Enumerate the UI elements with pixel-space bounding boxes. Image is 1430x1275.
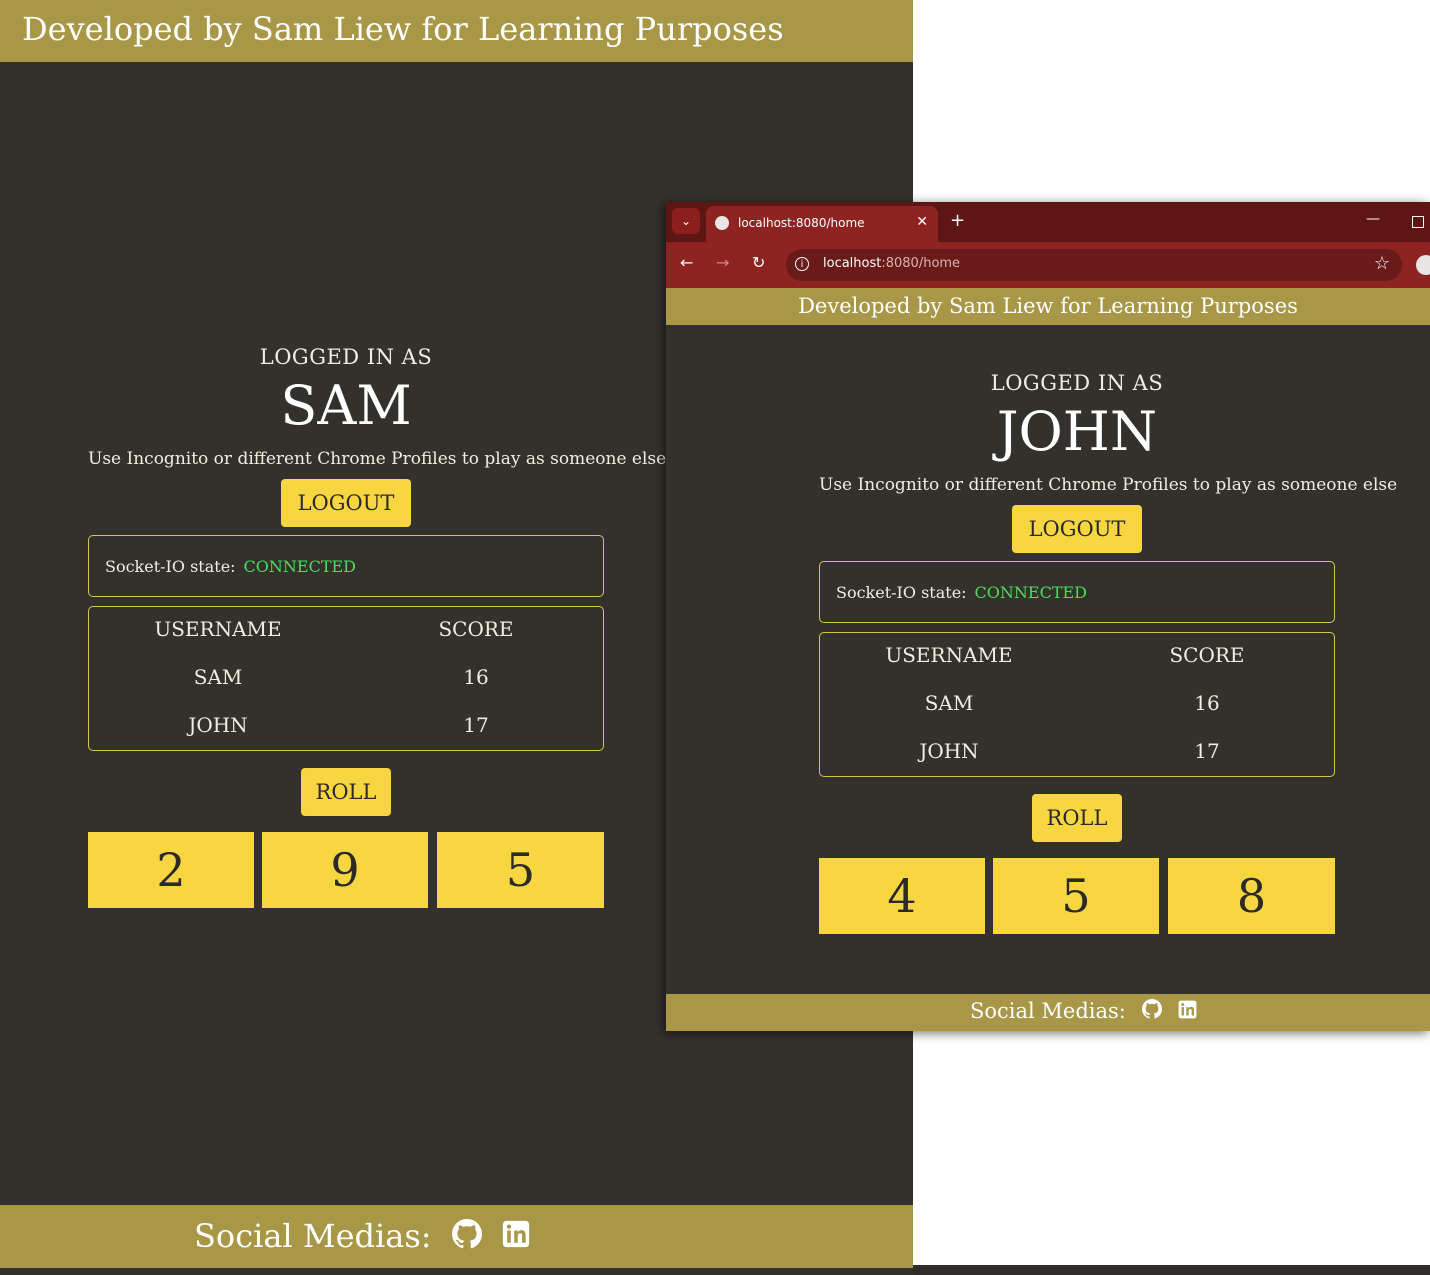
username-display: JOHN bbox=[996, 400, 1158, 463]
tab-bar: ⌄ localhost:8080/home ✕ + — bbox=[666, 202, 1430, 242]
back-arrow-icon[interactable]: ← bbox=[680, 253, 693, 272]
minimize-icon[interactable]: — bbox=[1366, 211, 1380, 227]
github-icon[interactable] bbox=[1141, 999, 1162, 1023]
dice-row: 4 5 8 bbox=[819, 858, 1335, 934]
row-username: JOHN bbox=[919, 739, 979, 763]
row-score: 16 bbox=[1194, 691, 1220, 715]
maximize-icon[interactable] bbox=[1412, 216, 1424, 228]
url-host: localhost bbox=[823, 256, 882, 271]
url-path: :8080/home bbox=[881, 256, 961, 271]
socket-state-value: CONNECTED bbox=[974, 582, 1088, 602]
header-title: Developed by Sam Liew for Learning Purpo… bbox=[798, 294, 1298, 318]
address-bar[interactable]: i localhost:8080/home ☆ bbox=[786, 249, 1402, 281]
scoreboard: USERNAME SCORE SAM 16 JOHN 17 bbox=[88, 606, 604, 751]
roll-button[interactable]: ROLL bbox=[1032, 794, 1122, 842]
tab-search-button[interactable]: ⌄ bbox=[672, 208, 700, 234]
header-username: USERNAME bbox=[154, 617, 282, 641]
new-tab-button[interactable]: + bbox=[950, 210, 965, 231]
logged-in-label: LOGGED IN AS bbox=[259, 345, 433, 369]
github-icon[interactable] bbox=[451, 1219, 482, 1253]
logout-button[interactable]: LOGOUT bbox=[281, 479, 411, 527]
header-score: SCORE bbox=[1169, 643, 1245, 667]
window-bottom-edge bbox=[0, 1268, 913, 1275]
profile-hint: Use Incognito or different Chrome Profil… bbox=[88, 449, 667, 469]
logout-button[interactable]: LOGOUT bbox=[1012, 505, 1142, 553]
header-username: USERNAME bbox=[885, 643, 1013, 667]
row-score: 17 bbox=[1194, 739, 1220, 763]
header-score: SCORE bbox=[438, 617, 514, 641]
dice-row: 2 9 5 bbox=[88, 832, 604, 908]
forward-arrow-icon[interactable]: → bbox=[716, 253, 729, 272]
linkedin-icon[interactable] bbox=[1178, 1000, 1197, 1023]
scoreboard: USERNAME SCORE SAM 16 JOHN 17 bbox=[819, 632, 1335, 777]
page-header: Developed by Sam Liew for Learning Purpo… bbox=[666, 288, 1430, 325]
scoreboard-header: USERNAME SCORE bbox=[89, 617, 603, 657]
logged-in-label: LOGGED IN AS bbox=[990, 371, 1164, 395]
game-panel: LOGGED IN AS JOHN Use Incognito or diffe… bbox=[819, 371, 1398, 934]
socket-state-label: Socket-IO state: bbox=[836, 582, 967, 602]
socket-status-box: Socket-IO state: CONNECTED bbox=[88, 535, 604, 597]
page-header: Developed by Sam Liew for Learning Purpo… bbox=[0, 0, 913, 62]
game-panel: LOGGED IN AS SAM Use Incognito or differ… bbox=[88, 345, 667, 908]
row-username: SAM bbox=[193, 665, 243, 689]
username-display: SAM bbox=[280, 374, 412, 437]
page-footer: Social Medias: bbox=[666, 994, 1430, 1031]
profile-avatar-icon[interactable] bbox=[1416, 255, 1430, 275]
table-row: SAM 16 bbox=[89, 665, 603, 705]
row-score: 16 bbox=[463, 665, 489, 689]
table-row: JOHN 17 bbox=[820, 739, 1334, 779]
footer-label: Social Medias: bbox=[194, 1217, 432, 1255]
table-row: SAM 16 bbox=[820, 691, 1334, 731]
table-row: JOHN 17 bbox=[89, 713, 603, 753]
die-2: 9 bbox=[262, 832, 428, 908]
address-toolbar: ← → ↻ i localhost:8080/home ☆ bbox=[666, 242, 1430, 288]
socket-status-box: Socket-IO state: CONNECTED bbox=[819, 561, 1335, 623]
die-1: 2 bbox=[88, 832, 254, 908]
die-3: 5 bbox=[437, 832, 604, 908]
socket-state-label: Socket-IO state: bbox=[105, 556, 236, 576]
john-browser-window: ⌄ localhost:8080/home ✕ + — ← → ↻ i loca… bbox=[666, 202, 1430, 1031]
die-1: 4 bbox=[819, 858, 985, 934]
die-2: 5 bbox=[993, 858, 1159, 934]
reload-icon[interactable]: ↻ bbox=[752, 253, 765, 272]
roll-button[interactable]: ROLL bbox=[301, 768, 391, 816]
row-score: 17 bbox=[463, 713, 489, 737]
site-favicon-icon bbox=[715, 216, 729, 230]
site-info-icon[interactable]: i bbox=[795, 257, 809, 271]
taskbar-strip bbox=[913, 1265, 1430, 1275]
die-3: 8 bbox=[1168, 858, 1335, 934]
header-title: Developed by Sam Liew for Learning Purpo… bbox=[22, 10, 784, 48]
row-username: JOHN bbox=[188, 713, 248, 737]
row-username: SAM bbox=[924, 691, 974, 715]
tab-title: localhost:8080/home bbox=[738, 216, 865, 230]
socket-state-value: CONNECTED bbox=[243, 556, 357, 576]
footer-label: Social Medias: bbox=[970, 999, 1126, 1023]
close-tab-icon[interactable]: ✕ bbox=[916, 214, 928, 230]
linkedin-icon[interactable] bbox=[502, 1220, 530, 1252]
url-text[interactable]: localhost:8080/home bbox=[823, 256, 960, 271]
tab-home[interactable]: localhost:8080/home ✕ bbox=[706, 206, 938, 242]
page-footer: Social Medias: bbox=[0, 1205, 913, 1268]
bookmark-star-icon[interactable]: ☆ bbox=[1374, 253, 1390, 274]
profile-hint: Use Incognito or different Chrome Profil… bbox=[819, 475, 1398, 495]
scoreboard-header: USERNAME SCORE bbox=[820, 643, 1334, 683]
